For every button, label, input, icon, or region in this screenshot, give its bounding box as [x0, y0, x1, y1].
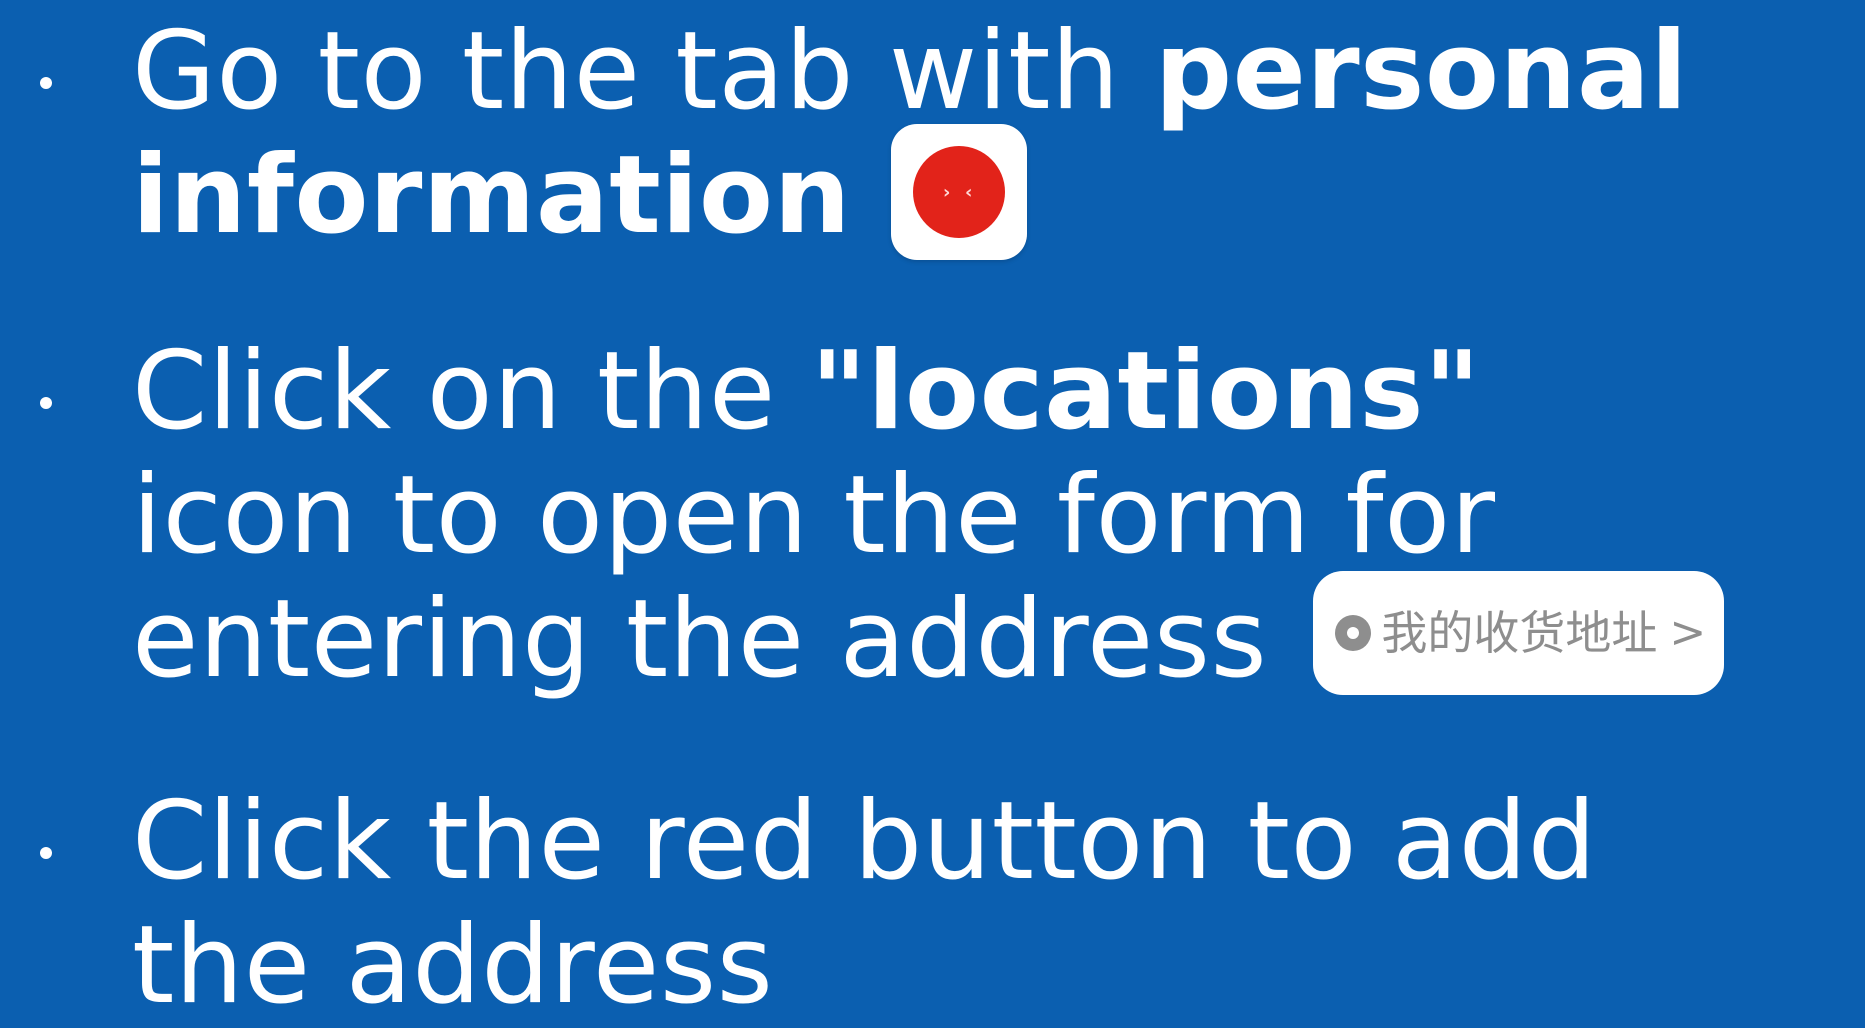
chevron-right-icon: > [1669, 607, 1707, 659]
bullet-dot-icon [40, 847, 52, 859]
instruction-line: Go to the tab with personal [132, 10, 1832, 134]
personal-info-tab-icon[interactable]: › ‹ [891, 124, 1027, 261]
my-addresses-label: 我的收货地址 [1381, 606, 1658, 661]
face-eye: › [943, 182, 951, 204]
instruction-line: Click on the "locations" [132, 330, 1832, 454]
text-segment: icon to open the form for [132, 453, 1496, 578]
text-segment: Click on the [132, 329, 811, 454]
bold-text-segment: personal [1154, 9, 1688, 134]
bold-text-segment: "locations" [810, 329, 1481, 454]
instruction-line: icon to open the form for [132, 454, 1832, 578]
bullet-dot-icon [40, 397, 52, 409]
location-pin-icon [1335, 615, 1372, 652]
instruction-slide: Go to the tab with personal information ›… [0, 0, 1865, 1028]
red-face-icon: › ‹ [913, 146, 1005, 239]
instruction-text: Click on the "locations" icon to open th… [132, 330, 1832, 702]
instruction-line: entering the address 我的收货地址 > [132, 571, 1832, 702]
face-eye: ‹ [965, 182, 973, 204]
text-segment: Go to the tab with [132, 9, 1155, 134]
text-segment: Click the red button to add [132, 779, 1597, 904]
text-segment: entering the address [132, 577, 1268, 702]
bullet-dot-icon [40, 77, 52, 89]
instruction-line: the address [132, 904, 1832, 1028]
instruction-line: Click the red button to add [132, 780, 1832, 904]
instruction-line: information › ‹ [132, 124, 1832, 261]
bold-text-segment: information [132, 133, 851, 258]
instruction-text: Go to the tab with personal information ›… [132, 10, 1832, 261]
instruction-text: Click the red button to add the address [132, 780, 1832, 1028]
text-segment: the address [132, 903, 774, 1028]
my-addresses-button[interactable]: 我的收货地址 > [1313, 571, 1725, 696]
